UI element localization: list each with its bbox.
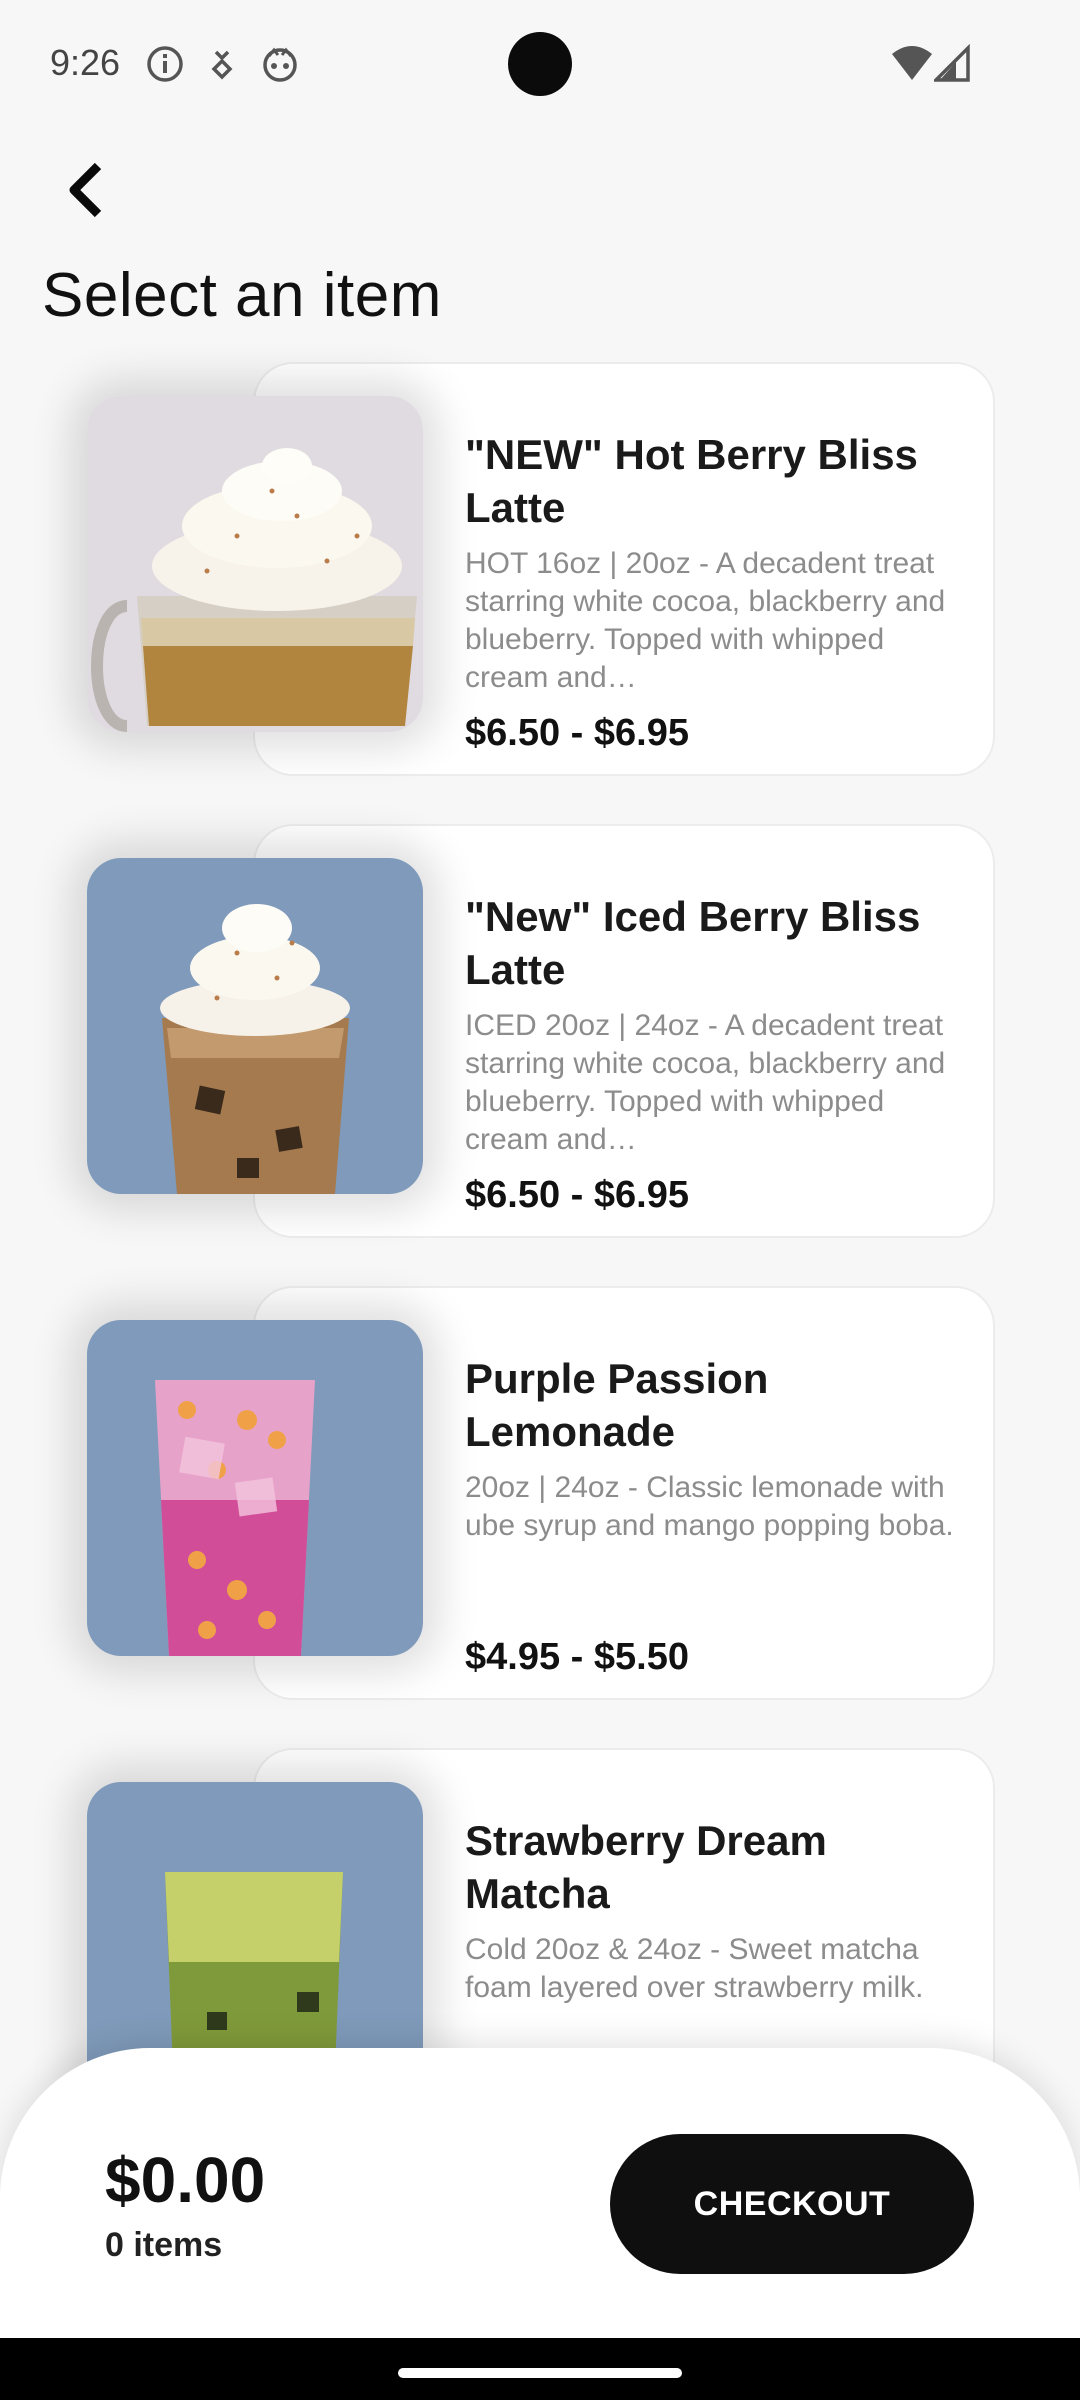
purple-lemonade-cup-image[interactable] [87, 1320, 423, 1656]
status-time: 9:26 [50, 42, 121, 83]
status-bar: 9:26 [0, 0, 1080, 130]
camera-cutout [508, 32, 572, 96]
menu-item-card[interactable]: "NEW" Hot Berry Bliss Latte HOT 16oz | 2… [0, 360, 1080, 780]
info-icon [145, 44, 185, 84]
item-name: Strawberry Dream Matcha [465, 1817, 827, 1917]
page-title: Select an item [42, 261, 442, 330]
download-icon [202, 44, 242, 84]
item-description: HOT 16oz | 20oz - A decadent treat starr… [465, 547, 946, 694]
assistant-face-icon [260, 44, 300, 84]
item-price: $4.95 - $5.50 [465, 1636, 689, 1678]
back-button[interactable] [50, 150, 120, 230]
system-nav-bar [0, 2338, 1080, 2400]
item-description: ICED 20oz | 24oz - A decadent treat star… [465, 1009, 946, 1156]
checkout-bar: $0.00 0 items CHECKOUT [0, 2048, 1080, 2338]
signal-icon [931, 43, 974, 84]
item-name: "New" Iced Berry Bliss Latte [465, 893, 921, 993]
cart-total: $0.00 [105, 2144, 266, 2216]
wifi-icon [890, 44, 934, 84]
item-price: $6.50 - $6.95 [465, 1174, 689, 1216]
iced-latte-cup-image[interactable] [87, 858, 423, 1194]
chevron-left-icon [69, 162, 102, 218]
hot-latte-mug-image[interactable] [87, 396, 423, 732]
item-description: 20oz | 24oz - Classic lemonade with ube … [465, 1471, 954, 1542]
item-price: $6.50 - $6.95 [465, 712, 689, 754]
item-name: Purple Passion Lemonade [465, 1355, 769, 1455]
checkout-button[interactable]: CHECKOUT [610, 2134, 974, 2274]
home-indicator[interactable] [398, 2368, 682, 2378]
cart-item-count: 0 items [105, 2226, 223, 2264]
menu-item-card[interactable]: Purple Passion Lemonade 20oz | 24oz - Cl… [0, 1284, 1080, 1704]
item-name: "NEW" Hot Berry Bliss Latte [465, 431, 918, 531]
item-description: Cold 20oz & 24oz - Sweet matcha foam lay… [465, 1933, 924, 2004]
menu-item-card[interactable]: "New" Iced Berry Bliss Latte ICED 20oz |… [0, 822, 1080, 1242]
